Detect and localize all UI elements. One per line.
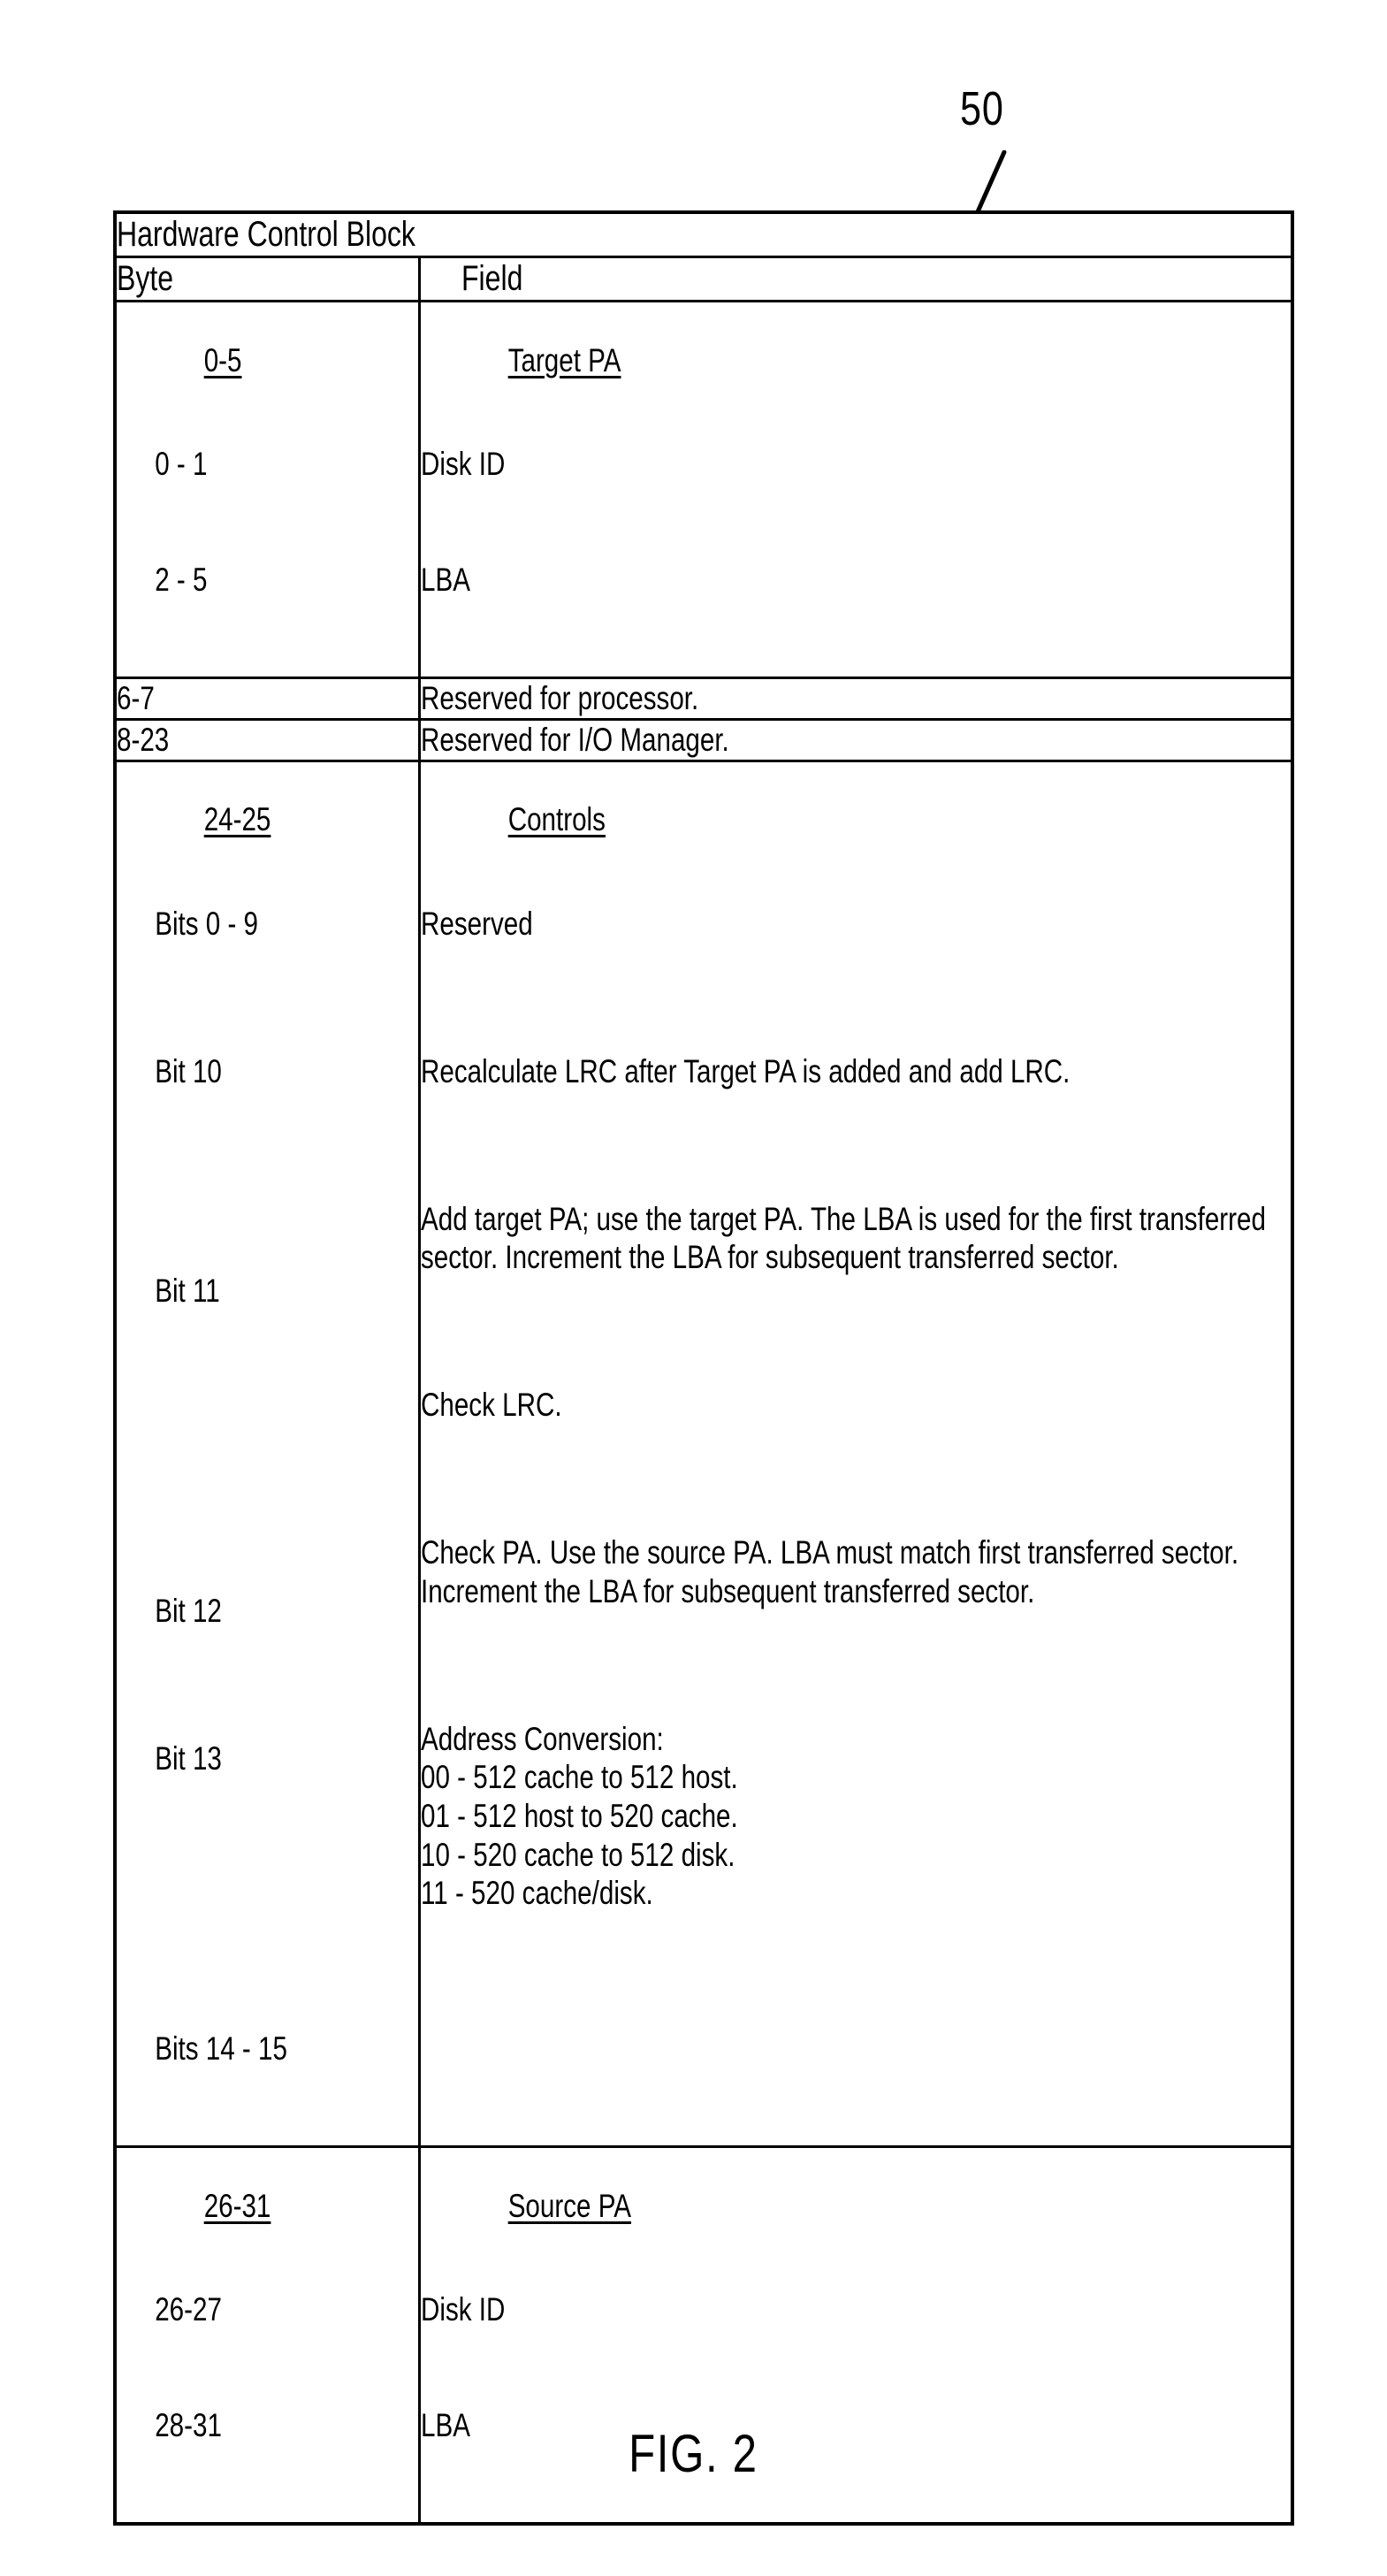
field-cell: Target PA Disk ID LBA [419,301,1291,680]
field-sub-label: Disk ID [420,446,505,483]
bit-description: Add target PA; use the target PA. The LB… [420,1200,1273,1276]
byte-sub-label: 0 - 1 [155,446,208,483]
bit-description: Check PA. Use the source PA. LBA must ma… [420,1534,1246,1609]
field-title-label: Controls [507,801,606,838]
bit-label: Bits 14 - 15 [155,2030,287,2068]
bit-description: Address Conversion: 00 - 512 cache to 51… [420,1720,738,1912]
leader-line-icon [973,150,1007,218]
field-sub-label: Disk ID [420,2291,505,2328]
bit-label: Bit 11 [155,1272,220,1309]
bit-label: Bit 13 [155,1740,222,1777]
field-description: Reserved for I/O Manager. [420,721,729,758]
column-header-field: Field [461,259,522,299]
field-cell: Reserved for processor. [419,677,1291,721]
table-row: 6-7 Reserved for processor. [117,677,1291,721]
table-row: 0-5 0 - 1 2 - 5 Target PA Disk ID LBA [117,301,1291,680]
field-title-label: Target PA [507,342,621,379]
table-title-row: Hardware Control Block [117,214,1291,259]
byte-range-label: 0-5 [203,342,242,379]
byte-cell: 0-5 0 - 1 2 - 5 [117,301,421,680]
field-title-label: Source PA [507,2188,631,2225]
field-cell: Controls Reserved Recalculate LRC after … [419,761,1291,2149]
byte-cell: 8-23 [117,719,421,762]
bit-description: Check LRC. [420,1387,562,1424]
field-cell: Reserved for I/O Manager. [419,719,1291,762]
byte-cell: 24-25 Bits 0 - 9 Bit 10 Bit 11 Bit 12 Bi… [117,761,421,2149]
column-header-byte: Byte [117,259,174,299]
bit-label: Bit 10 [155,1052,222,1089]
field-description: Reserved for processor. [420,680,698,717]
column-header-field-cell: Field [419,256,1291,303]
figure-caption: FIG. 2 [0,2427,1387,2480]
table-title: Hardware Control Block [117,215,415,254]
bit-description: Reserved [420,905,533,942]
bit-label: Bits 0 - 9 [155,905,258,942]
hardware-control-block-table: Hardware Control Block Byte Field 0-5 0 … [113,210,1294,2526]
byte-sub-label: 26-27 [155,2291,222,2328]
bit-description: Recalculate LRC after Target PA is added… [420,1052,1070,1089]
column-header-byte-cell: Byte [117,256,421,303]
byte-sub-label: 2 - 5 [155,562,208,599]
bit-label: Bit 12 [155,1593,222,1630]
byte-range-label: 8-23 [117,721,170,758]
table-row: 8-23 Reserved for I/O Manager. [117,719,1291,762]
byte-range-label: 6-7 [117,680,155,717]
field-sub-label: LBA [420,562,470,599]
byte-range-label: 24-25 [203,801,271,838]
table-title-cell: Hardware Control Block [117,214,1291,259]
table-header-row: Byte Field [117,256,1291,303]
reference-numeral-50: 50 [960,82,1004,135]
table-row-controls: 24-25 Bits 0 - 9 Bit 10 Bit 11 Bit 12 Bi… [117,761,1291,2149]
byte-cell: 6-7 [117,677,421,721]
figure-caption-text: FIG. 2 [629,2424,758,2483]
byte-range-label: 26-31 [203,2188,271,2225]
